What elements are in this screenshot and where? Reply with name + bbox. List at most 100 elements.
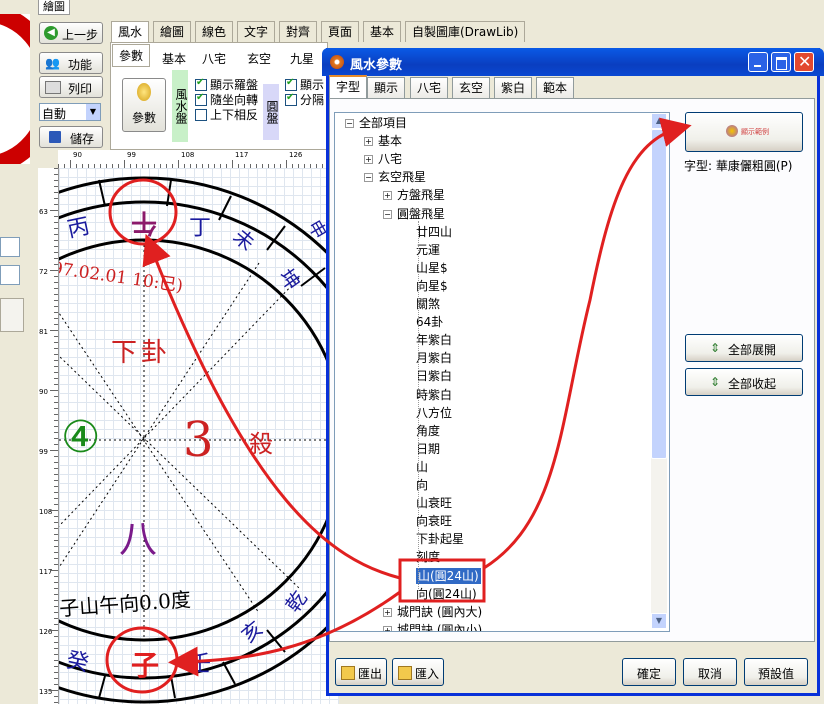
ruler-h-label: 117 [235,151,249,159]
tree-item[interactable]: 八宅 [378,151,402,167]
dlg-tab-display[interactable]: 顯示 [367,77,406,98]
font-logo-icon [726,125,738,137]
tree-item[interactable]: 年紫白 [416,332,452,348]
scroll-down-button[interactable]: ▼ [651,613,667,629]
minimize-button[interactable] [748,52,768,72]
tab-basic[interactable]: 基本 [363,21,402,42]
maximize-button[interactable] [771,52,791,72]
export-icon [341,666,355,680]
collapse-all-button[interactable]: ⇕ 全部收起 [685,368,803,396]
tree-item[interactable]: 向星$ [416,278,448,294]
dlg-tab-xuankong[interactable]: 玄空 [452,77,491,98]
tree-item-selected[interactable]: 山(圓24山) [416,567,481,584]
ok-button[interactable]: 確定 [622,658,676,686]
left-field-2[interactable] [0,265,20,285]
tab-text[interactable]: 文字 [237,21,276,42]
dlg-tab-zibai[interactable]: 紫白 [494,77,533,98]
font-preview-button[interactable]: 顯示範例 [685,112,803,152]
checkbox-flip[interactable] [195,109,207,121]
dlg-tab-bazhai[interactable]: 八宅 [410,77,449,98]
tree-item[interactable]: 時紫白 [416,387,452,403]
dropdown-arrow-icon[interactable]: ▼ [86,104,100,120]
subtab-param[interactable]: 參數 [112,44,151,67]
label-three: 3 [183,412,214,468]
group-label-fengshui: 風水盤 [172,70,188,142]
tree-item[interactable]: 玄空飛星 [378,169,426,185]
checkbox-split[interactable] [285,92,297,106]
ruler-h-label: 108 [181,151,195,159]
expand-icon[interactable]: + [364,155,373,165]
dlg-tab-template[interactable]: 範本 [536,77,575,98]
label-ba: 八 [119,517,158,561]
tree-item[interactable]: 角度 [416,423,440,439]
expand-all-button[interactable]: ⇕ 全部展開 [685,334,803,362]
people-icon: 👥 [45,56,60,70]
save-button[interactable]: 儲存 [39,126,103,148]
tree-item[interactable]: 64卦 [416,314,443,330]
ruler-v-label: 81 [39,328,48,336]
dlg-tab-font[interactable]: 字型 [329,75,368,100]
tree-item[interactable]: 圓盤飛星 [397,206,445,222]
cancel-button[interactable]: 取消 [683,658,737,686]
tree-item[interactable]: 關煞 [416,296,440,312]
expand-icon[interactable]: + [383,607,392,617]
print-button[interactable]: 列印 [39,76,103,98]
label-wu-top: 午 [131,207,158,237]
collapse-icon[interactable]: − [345,119,354,128]
tree-item[interactable]: 刻度 [416,549,440,565]
close-icon: ✕ [798,52,812,71]
tab-line-color[interactable]: 線色 [195,21,234,42]
tree-item[interactable]: 日期 [416,441,440,457]
subtab-basic[interactable]: 基本 [160,48,188,69]
tab-drawlib[interactable]: 自製圖庫(DrawLib) [405,21,526,42]
tree-item[interactable]: 城門訣 (圓內小) [397,622,482,631]
tree-item[interactable]: 日紫白 [416,368,452,384]
default-button[interactable]: 預設值 [744,658,808,686]
tab-fengshui[interactable]: 風水 [111,21,150,42]
expand-icon[interactable]: + [383,625,392,631]
tree-item[interactable]: 山衰旺 [416,495,452,511]
checkbox-rotate[interactable] [195,92,207,106]
scroll-thumb[interactable] [651,129,667,459]
import-icon [398,666,412,680]
expand-icon[interactable]: + [383,191,392,201]
subtab-bazhai[interactable]: 八宅 [200,48,228,69]
auto-select[interactable]: 自動 ▼ [39,103,101,121]
tree-item[interactable]: 元運 [416,242,440,258]
collapse-icon[interactable]: − [383,209,392,219]
tree-scrollbar[interactable]: ▲ ▼ [651,113,667,629]
collapse-icon[interactable]: − [364,173,373,183]
import-button[interactable]: 匯入 [392,658,444,686]
subtab-xuankong[interactable]: 玄空 [245,48,273,69]
function-button[interactable]: 👥 功能 [39,52,103,74]
tree-item[interactable]: 基本 [378,133,402,149]
ruler-h-label: 90 [73,151,82,159]
tree-item[interactable]: 向(圓24山) [416,586,477,602]
checkbox-show-compass[interactable] [195,77,207,91]
tree-item[interactable]: 向衰旺 [416,513,452,529]
collapse-tree-icon: ⇕ [710,375,721,389]
expand-icon[interactable]: + [364,137,373,147]
tab-page[interactable]: 頁面 [321,21,360,42]
left-field-1[interactable] [0,237,20,257]
tree-item[interactable]: 下卦起星 [416,531,464,547]
export-button[interactable]: 匯出 [335,658,387,686]
drawing-canvas[interactable]: 丙 午 丁 未 坤 申 (97.02.01 10:巳) 下卦 3 殺 ④ 八 子… [59,168,339,704]
close-button[interactable]: ✕ [794,52,814,72]
prev-step-button[interactable]: ◀ 上一步 [39,22,103,44]
tree-item[interactable]: 山星$ [416,260,448,276]
subtab-jiuxing[interactable]: 九星 [288,48,316,69]
checkbox-show2[interactable] [285,77,297,91]
param-button[interactable]: 參數 [122,78,166,132]
tree-item[interactable]: 全部項目 [359,115,407,131]
tree-item[interactable]: 城門訣 (圓內大) [397,604,482,620]
tree-item[interactable]: 廿四山 [416,224,452,240]
tab-align[interactable]: 對齊 [279,21,318,42]
tree-item[interactable]: 月紫白 [416,350,452,366]
scroll-up-button[interactable]: ▲ [651,113,667,129]
tree-item[interactable]: 方盤飛星 [397,187,445,203]
tree-item[interactable]: 八方位 [416,405,452,421]
settings-tree[interactable]: − 全部項目 + 基本 + 八宅 − 玄空飛星 + 方盤飛星 − 圓盤飛星 廿四山 元運 山星$ 向星$ 關煞 6… [334,112,670,632]
top-tab-drawing[interactable]: 繪圖 [38,0,70,15]
tab-draw[interactable]: 繪圖 [153,21,192,42]
